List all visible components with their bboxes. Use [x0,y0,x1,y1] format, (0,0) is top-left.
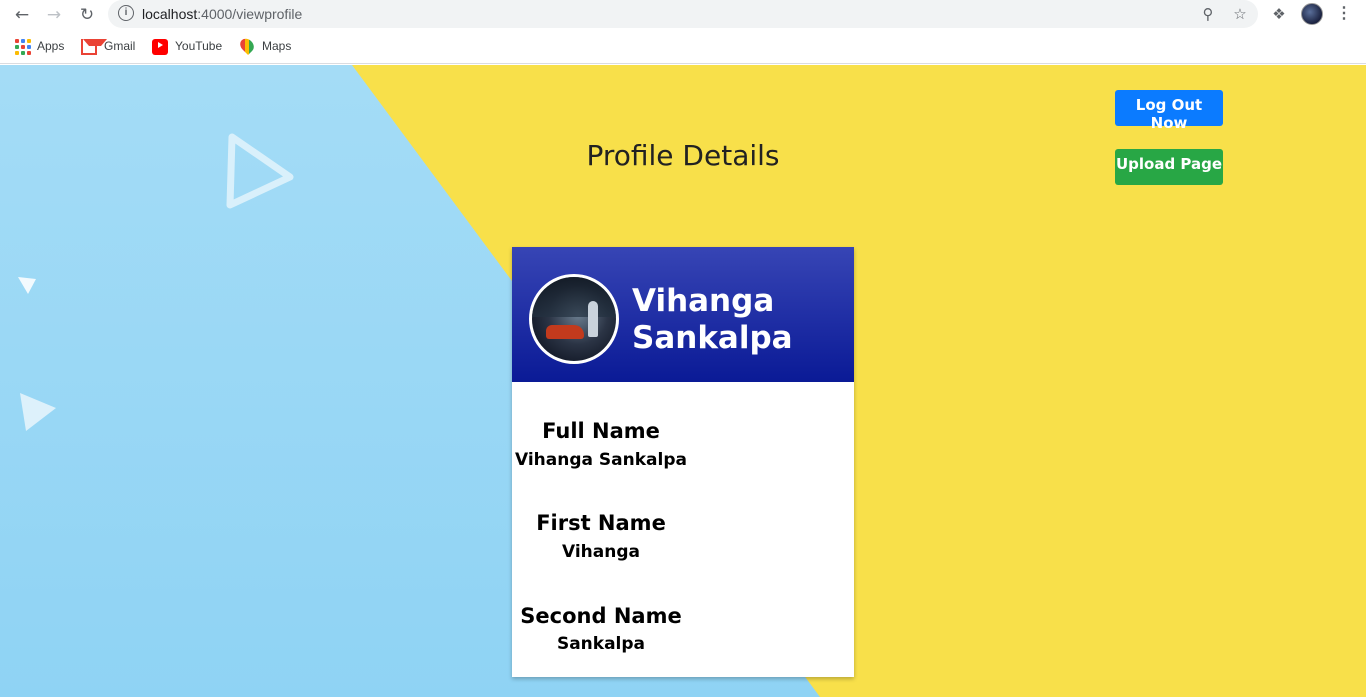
url-path: :4000/viewprofile [197,6,303,22]
bookmark-label: Apps [37,39,65,53]
profile-card: Vihanga Sankalpa Full Name Vihanga Sanka… [512,247,854,677]
maps-icon [237,35,257,56]
profile-name-first: Vihanga [632,283,775,319]
browser-chrome: ← → ↻ i localhost:4000/viewprofile ⚲ ☆ ❖… [0,0,1366,64]
bookmark-maps[interactable]: Maps [237,34,292,58]
apps-grid-icon [14,38,31,55]
extensions-puzzle-icon[interactable]: ❖ [1269,4,1289,24]
youtube-icon [152,39,168,55]
url-host: localhost [142,6,198,22]
back-arrow-icon[interactable]: ← [11,4,33,26]
bookmark-youtube[interactable]: YouTube [152,34,222,58]
profile-name: Vihanga Sankalpa [632,283,842,357]
upload-page-button[interactable]: Upload Page [1115,149,1223,185]
profile-picture [529,274,619,364]
page-body: Profile Details Log Out Now Upload Page … [0,65,1366,697]
bookmark-label: Maps [262,39,292,53]
site-info-icon[interactable]: i [118,5,134,21]
second-name-value: Sankalpa [556,634,646,654]
browser-menu-icon[interactable]: ⋮ [1336,4,1352,24]
bookmark-label: Gmail [104,39,136,53]
bookmark-gmail[interactable]: Gmail [81,34,135,58]
first-name-value: Vihanga [561,542,640,562]
second-name-label: Second Name [520,604,682,628]
url-text[interactable]: localhost:4000/viewprofile [142,6,302,22]
full-name-label: Full Name [542,419,660,443]
bookmark-star-icon[interactable]: ☆ [1230,4,1250,24]
bookmarks-bar: Apps Gmail YouTube Maps [0,34,1366,58]
logout-button[interactable]: Log Out Now [1115,90,1223,132]
reload-icon[interactable]: ↻ [76,4,98,26]
profile-name-last: Sankalpa [632,320,793,356]
forward-arrow-icon[interactable]: → [43,4,65,26]
bookmark-label: YouTube [175,39,223,53]
full-name-value: Vihanga Sankalpa [515,450,687,470]
profile-avatar[interactable] [1301,3,1323,25]
gmail-icon [81,39,107,55]
bookmark-apps[interactable]: Apps [14,34,64,58]
profile-card-header: Vihanga Sankalpa [512,247,854,382]
browser-toolbar: ← → ↻ i localhost:4000/viewprofile ⚲ ☆ ❖… [0,0,1366,29]
zoom-icon[interactable]: ⚲ [1198,4,1218,24]
first-name-label: First Name [536,511,666,535]
